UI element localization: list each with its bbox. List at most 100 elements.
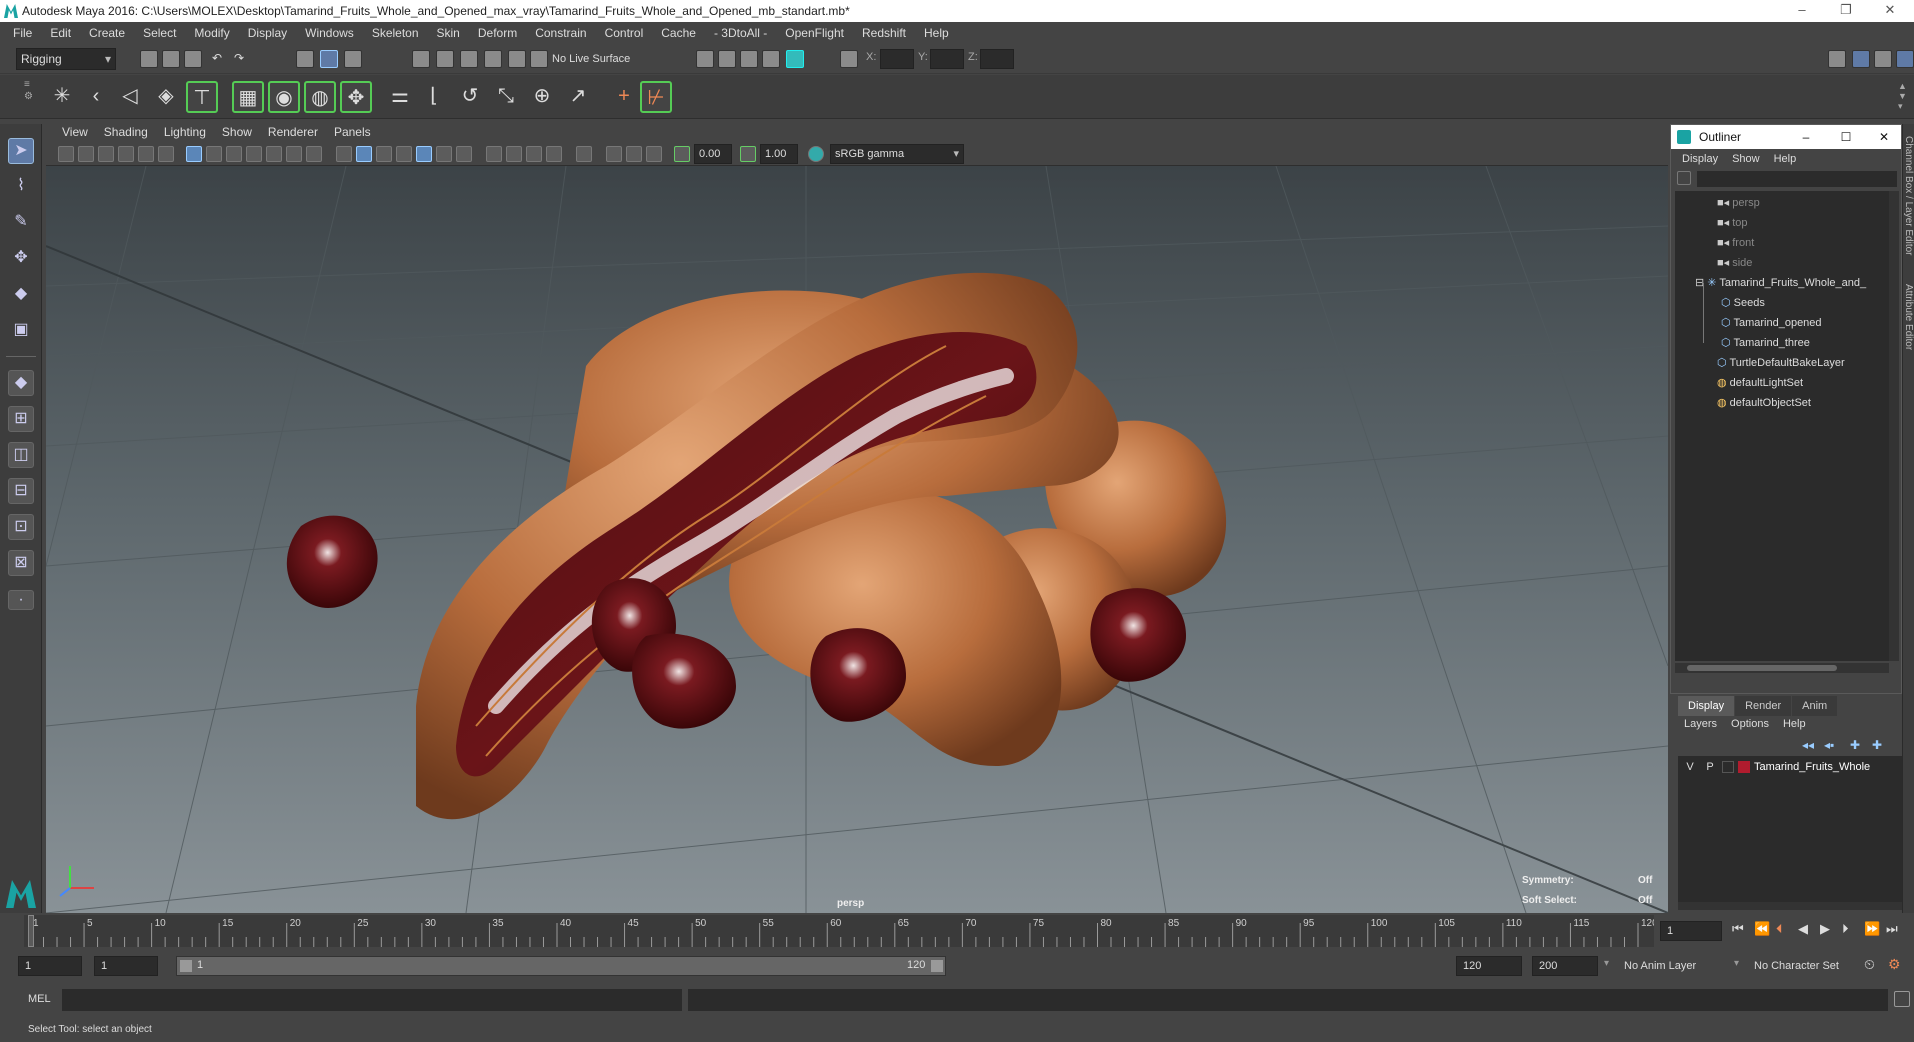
camera-select-icon[interactable] xyxy=(58,146,74,162)
camera-attributes-icon[interactable] xyxy=(78,146,94,162)
xray-active-components-icon[interactable] xyxy=(626,146,642,162)
joint-tool-icon[interactable]: ✳ xyxy=(46,81,78,113)
step-forward-key-icon[interactable]: ⏩ xyxy=(1864,921,1880,937)
menu-windows[interactable]: Windows xyxy=(296,22,363,44)
redo-icon[interactable]: ↷ xyxy=(230,50,248,68)
layout-menu-icon[interactable]: · xyxy=(8,590,34,610)
menu-file[interactable]: File xyxy=(4,22,41,44)
grid-toggle-icon[interactable] xyxy=(186,146,202,162)
ipr-render-icon[interactable] xyxy=(740,50,758,68)
smooth-shade-icon[interactable] xyxy=(356,146,372,162)
list-item[interactable]: ⬡ TurtleDefaultBakeLayer xyxy=(1675,353,1889,373)
add-influence-icon[interactable]: + xyxy=(608,81,640,113)
scale-tool-icon[interactable]: ▣ xyxy=(8,318,34,344)
go-to-end-icon[interactable]: ⏭ xyxy=(1886,921,1898,937)
layer-menu-layers[interactable]: Layers xyxy=(1684,718,1717,730)
menu-edit[interactable]: Edit xyxy=(41,22,80,44)
four-pane-layout-icon[interactable]: ⊞ xyxy=(8,406,34,432)
default-material-icon[interactable] xyxy=(376,146,392,162)
film-gate-icon[interactable] xyxy=(206,146,222,162)
aim-constraint-icon[interactable]: ⊕ xyxy=(526,81,558,113)
select-object-icon[interactable] xyxy=(320,50,338,68)
graph-layout-icon[interactable]: ⊟ xyxy=(8,478,34,504)
resolution-gate-icon[interactable] xyxy=(226,146,242,162)
mirror-joint-icon[interactable]: ◈ xyxy=(150,81,182,113)
undo-icon[interactable]: ↶ xyxy=(208,50,226,68)
new-layer-icon[interactable]: ✚ xyxy=(1850,738,1860,752)
layer-color-swatch[interactable] xyxy=(1738,761,1750,773)
ik-spline-icon[interactable]: ◁ xyxy=(114,81,146,113)
bookmark-icon[interactable] xyxy=(98,146,114,162)
menu-3dtoall[interactable]: - 3DtoAll - xyxy=(705,22,776,44)
wireframe-icon[interactable] xyxy=(336,146,352,162)
menu-deform[interactable]: Deform xyxy=(469,22,526,44)
end-time-field[interactable]: 200 xyxy=(1532,956,1598,976)
tab-render[interactable]: Render xyxy=(1735,696,1792,716)
list-item[interactable]: ■◂ front xyxy=(1675,233,1889,253)
parent-constraint-icon[interactable]: ⚌ xyxy=(384,81,416,113)
layer-visibility-toggle[interactable]: V xyxy=(1682,758,1698,776)
list-item[interactable]: ◍ defaultObjectSet xyxy=(1675,393,1889,413)
menu-cache[interactable]: Cache xyxy=(652,22,705,44)
outliner-maximize-icon[interactable]: ☐ xyxy=(1831,125,1861,149)
snap-grid-icon[interactable] xyxy=(412,50,430,68)
xray-icon[interactable] xyxy=(606,146,622,162)
list-item[interactable]: ⬡ Tamarind_opened xyxy=(1675,313,1889,333)
step-back-frame-icon[interactable]: ⏴ xyxy=(1776,921,1783,937)
pole-vector-icon[interactable]: ↗ xyxy=(562,81,594,113)
move-layer-up-icon[interactable]: ◂◂ xyxy=(1802,738,1814,752)
close-button[interactable]: ✕ xyxy=(1868,0,1912,22)
channel-box-tab[interactable]: Channel Box / Layer Editor xyxy=(1903,136,1914,256)
magnet-icon[interactable] xyxy=(530,50,548,68)
time-slider[interactable]: 1 5 10 15 20 25 30 35 40 45 50 55 60 65 70 75 80 85 90 95 10… xyxy=(0,913,1914,951)
textured-icon[interactable] xyxy=(416,146,432,162)
new-scene-icon[interactable] xyxy=(140,50,158,68)
layer-menu-help[interactable]: Help xyxy=(1783,718,1806,730)
transform-mode-icon[interactable] xyxy=(840,50,858,68)
time-slider-track[interactable]: 1 5 10 15 20 25 30 35 40 45 50 55 60 65 70 75 80 85 90 95 10… xyxy=(24,915,1658,947)
current-frame-field[interactable]: 1 xyxy=(1660,921,1722,941)
point-constraint-icon[interactable]: ⌊ xyxy=(418,81,450,113)
menu-modify[interactable]: Modify xyxy=(185,22,238,44)
outliner-minimize-icon[interactable]: – xyxy=(1791,125,1821,149)
antialiasing-icon[interactable] xyxy=(526,146,542,162)
ik-handle-icon[interactable]: ‹ xyxy=(80,81,112,113)
outliner-close-icon[interactable]: ✕ xyxy=(1869,125,1899,149)
script-language-toggle[interactable]: MEL xyxy=(28,993,51,1005)
menu-redshift[interactable]: Redshift xyxy=(853,22,915,44)
shelf-menu-icon[interactable]: ≡ ⚙ xyxy=(24,79,34,115)
chevron-down-icon[interactable]: ▾ xyxy=(1604,958,1609,969)
menu-control[interactable]: Control xyxy=(596,22,653,44)
list-item[interactable]: ◍ defaultLightSet xyxy=(1675,373,1889,393)
rotate-tool-icon[interactable]: ◆ xyxy=(8,282,34,308)
motion-blur-icon[interactable] xyxy=(506,146,522,162)
play-forward-icon[interactable]: ▶ xyxy=(1820,921,1830,937)
tab-display[interactable]: Display xyxy=(1678,696,1735,716)
mode-selector[interactable]: Rigging ▾ xyxy=(16,48,116,70)
snap-point-icon[interactable] xyxy=(460,50,478,68)
layer-horizontal-scrollbar[interactable] xyxy=(1678,902,1902,910)
tool-settings-toggle-icon[interactable] xyxy=(1874,50,1892,68)
play-backward-icon[interactable]: ◀ xyxy=(1798,921,1808,937)
render-frame-icon[interactable] xyxy=(696,50,714,68)
menu-display[interactable]: Display xyxy=(239,22,296,44)
depth-of-field-icon[interactable] xyxy=(546,146,562,162)
two-pane-layout-icon[interactable]: ◫ xyxy=(8,442,34,468)
menu-create[interactable]: Create xyxy=(80,22,134,44)
gamma-icon[interactable] xyxy=(740,146,756,162)
layer-display-type[interactable] xyxy=(1722,761,1734,773)
viewport-menu-shading[interactable]: Shading xyxy=(96,125,156,139)
bind-skin-icon[interactable]: ⊤ xyxy=(186,81,218,113)
viewport-menu-view[interactable]: View xyxy=(54,125,96,139)
outliner-horizontal-scrollbar[interactable] xyxy=(1675,663,1889,673)
outliner-search-field[interactable] xyxy=(1697,171,1897,187)
sculpt-icon[interactable]: ✥ xyxy=(340,81,372,113)
layer-playback-toggle[interactable]: P xyxy=(1702,758,1718,776)
select-hierarchy-icon[interactable] xyxy=(296,50,314,68)
image-plane-icon[interactable] xyxy=(118,146,134,162)
modeling-toolkit-icon[interactable] xyxy=(1828,50,1846,68)
start-time-field[interactable]: 1 xyxy=(18,956,82,976)
grease-pencil-icon[interactable] xyxy=(158,146,174,162)
lasso-tool-icon[interactable]: ⌇ xyxy=(8,174,34,200)
safe-title-icon[interactable] xyxy=(306,146,322,162)
